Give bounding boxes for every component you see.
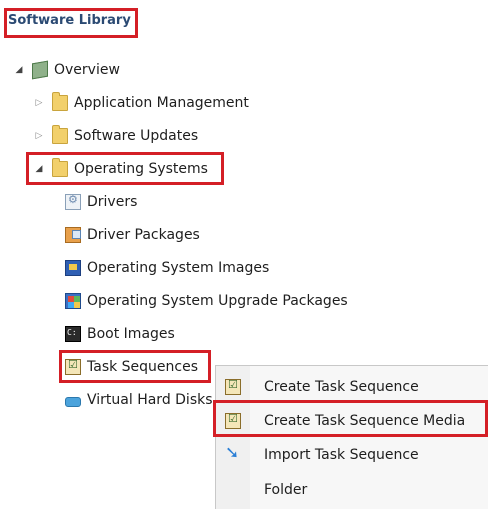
- menu-item-create-task-sequence[interactable]: Create Task Sequence: [216, 370, 487, 403]
- tree-node-label: Driver Packages: [87, 227, 200, 243]
- tree-node-drivers[interactable]: Drivers: [65, 190, 137, 214]
- collapsed-arrow-icon[interactable]: ▷: [32, 131, 46, 141]
- header-title-highlight: [4, 8, 138, 38]
- create-media-highlight: [213, 400, 488, 437]
- tree-node-label: Operating System Images: [87, 260, 270, 276]
- tree-node-os-upgrade-packages[interactable]: Operating System Upgrade Packages: [65, 289, 348, 313]
- tree-node-software-updates[interactable]: ▷ Software Updates: [32, 124, 198, 148]
- tree-node-overview[interactable]: ◢ Overview: [12, 58, 120, 82]
- driver-package-icon: [65, 227, 81, 243]
- task-sequences-highlight: [59, 350, 211, 383]
- tree-node-label: Application Management: [74, 95, 249, 111]
- folder-icon: [52, 92, 68, 111]
- tree-node-boot-images[interactable]: Boot Images: [65, 322, 175, 346]
- tree-node-driver-packages[interactable]: Driver Packages: [65, 223, 200, 247]
- folder-icon: [52, 125, 68, 144]
- menu-item-import-task-sequence[interactable]: Import Task Sequence: [216, 438, 487, 471]
- tree-node-label: Operating System Upgrade Packages: [87, 293, 348, 309]
- tree-node-label: Drivers: [87, 194, 138, 210]
- tree-node-label: Software Updates: [74, 128, 199, 144]
- tree-node-label: Overview: [54, 62, 120, 78]
- import-arrow-icon: [225, 443, 241, 463]
- menu-item-folder[interactable]: Folder: [216, 473, 487, 506]
- task-sequence-icon: [225, 378, 241, 395]
- tree-node-os-images[interactable]: Operating System Images: [65, 256, 269, 280]
- overview-icon: [32, 60, 48, 80]
- expanded-arrow-icon[interactable]: ◢: [12, 65, 26, 75]
- boot-image-icon: [65, 326, 81, 342]
- tree-node-label: Virtual Hard Disks: [87, 392, 213, 408]
- os-image-icon: [65, 260, 81, 276]
- os-upgrade-package-icon: [65, 293, 81, 309]
- tree-node-label: Boot Images: [87, 326, 175, 342]
- tree-node-application-management[interactable]: ▷ Application Management: [32, 91, 249, 115]
- virtual-hard-disk-icon: [65, 396, 81, 407]
- menu-item-label: Import Task Sequence: [264, 446, 419, 463]
- operating-systems-highlight: [26, 152, 224, 185]
- collapsed-arrow-icon[interactable]: ▷: [32, 98, 46, 108]
- driver-icon: [65, 193, 81, 210]
- menu-item-label: Folder: [264, 481, 308, 498]
- tree-node-virtual-hard-disks[interactable]: Virtual Hard Disks: [65, 388, 213, 412]
- menu-item-label: Create Task Sequence: [264, 378, 419, 395]
- context-menu: Create Task Sequence Create Task Sequenc…: [215, 365, 488, 509]
